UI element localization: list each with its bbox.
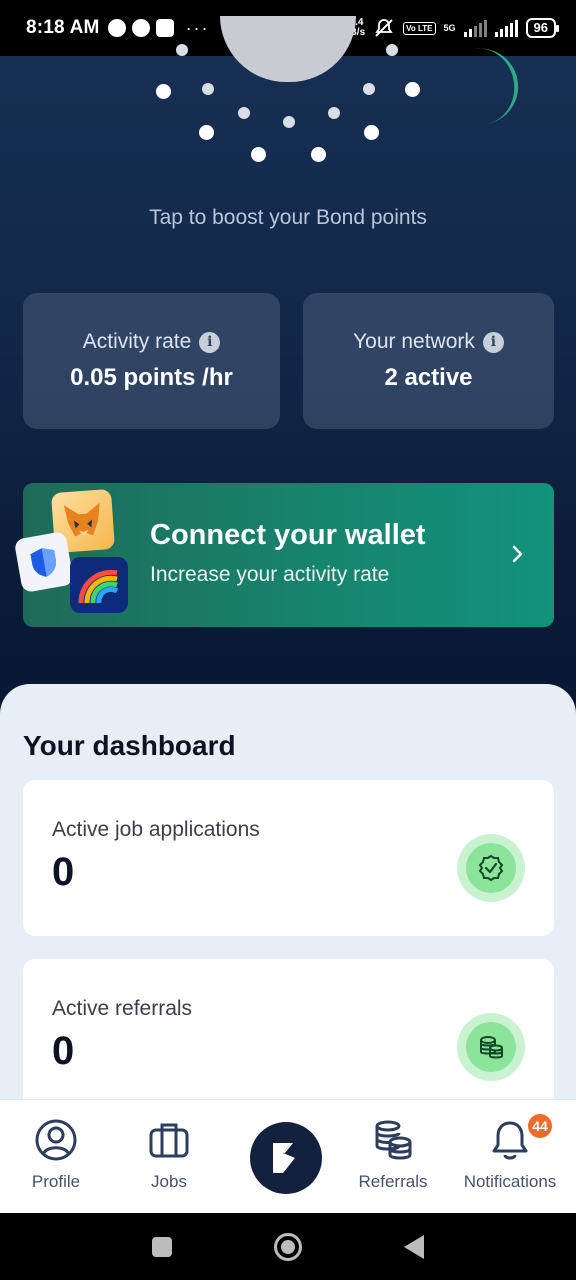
signal-icon-2 <box>494 19 518 37</box>
notification-count-badge: 44 <box>526 1112 554 1140</box>
back-button[interactable] <box>404 1235 424 1259</box>
activity-rate-value: 0.05 points /hr <box>70 364 233 391</box>
signal-icon <box>463 19 487 37</box>
briefcase-icon <box>147 1118 191 1162</box>
network-label: Your network <box>353 330 475 353</box>
network-type: 5G <box>443 23 456 33</box>
wallet-banner-title: Connect your wallet <box>150 519 426 551</box>
nav-profile[interactable]: Profile <box>20 1100 92 1214</box>
shield-wallet-icon <box>13 530 75 594</box>
orb-dot <box>176 44 188 56</box>
battery-indicator: 96 <box>525 18 560 38</box>
rainbow-wallet-icon <box>70 557 128 613</box>
active-referrals-card[interactable]: Active referrals 0 <box>23 959 554 1115</box>
network-card[interactable]: Your network i 2 active <box>303 293 554 429</box>
card-value: 0 <box>52 1029 75 1073</box>
orb-dot <box>199 125 214 140</box>
nav-jobs[interactable]: Jobs <box>134 1100 204 1214</box>
status-notification-icons <box>107 19 174 37</box>
boost-orb[interactable] <box>0 16 576 186</box>
connect-wallet-banner[interactable]: Connect your wallet Increase your activi… <box>13 483 554 627</box>
activity-rate-card[interactable]: Activity rate i 0.05 points /hr <box>23 293 280 429</box>
orb-dot <box>251 147 266 162</box>
activity-rate-label: Activity rate <box>82 330 192 353</box>
gallery-icon <box>155 19 174 37</box>
nav-label: Jobs <box>151 1172 187 1191</box>
orb-dot <box>156 84 171 99</box>
orb-core[interactable] <box>220 16 356 82</box>
orb-dot <box>202 83 214 95</box>
bond-logo-icon <box>273 1143 295 1173</box>
home-button[interactable] <box>274 1233 302 1261</box>
card-label: Active referrals <box>52 997 193 1020</box>
home-bond-button[interactable] <box>250 1122 322 1194</box>
info-icon[interactable]: i <box>199 331 221 353</box>
coins-icon <box>457 1013 525 1081</box>
status-time: 8:18 AM <box>26 17 100 38</box>
card-value: 0 <box>52 850 75 894</box>
facebook-icon <box>131 19 150 37</box>
orb-dot <box>364 125 379 140</box>
orb-dot <box>238 107 250 119</box>
profile-icon <box>34 1118 78 1162</box>
chevron-right-icon <box>512 545 523 563</box>
nav-label: Profile <box>31 1172 81 1191</box>
wallet-banner-subtitle: Increase your activity rate <box>150 563 390 586</box>
orb-dot <box>405 82 420 97</box>
coins-stack-icon <box>371 1118 415 1162</box>
boost-hint: Tap to boost your Bond points <box>149 206 427 229</box>
activity-rate-label-row: Activity rate i <box>83 330 221 354</box>
bottom-navigation: Profile Jobs Referrals Notifications 44 <box>0 1099 576 1213</box>
active-job-applications-card[interactable]: Active job applications 0 <box>23 780 554 936</box>
nav-label: Referrals <box>358 1172 428 1191</box>
info-icon[interactable]: i <box>482 331 504 353</box>
check-badge-icon <box>457 834 525 902</box>
orb-dot <box>283 116 295 128</box>
app-screen: 8:18 AM ··· 55.4 KB/s Vo LTE 5G 96 <box>0 0 576 1280</box>
network-label-row: Your network i <box>353 330 504 354</box>
orb-dot <box>386 44 398 56</box>
orb-dot <box>311 147 326 162</box>
nav-referrals[interactable]: Referrals <box>352 1100 434 1214</box>
dashboard-title: Your dashboard <box>23 730 236 761</box>
messenger-icon <box>107 19 126 37</box>
mute-icon <box>375 19 393 37</box>
more-notifications-icon: ··· <box>185 17 210 38</box>
card-label: Active job applications <box>52 818 260 841</box>
volte-tag: Vo LTE <box>403 21 436 35</box>
network-value: 2 active <box>384 364 473 391</box>
status-right: 55.4 KB/s Vo LTE 5G 96 <box>342 17 560 39</box>
orb-arc <box>472 43 524 125</box>
system-navigation-bar <box>0 1213 576 1280</box>
orb-dot <box>328 107 340 119</box>
nav-label: Notifications <box>463 1172 557 1191</box>
recents-button[interactable] <box>152 1237 172 1257</box>
orb-dot <box>363 83 375 95</box>
